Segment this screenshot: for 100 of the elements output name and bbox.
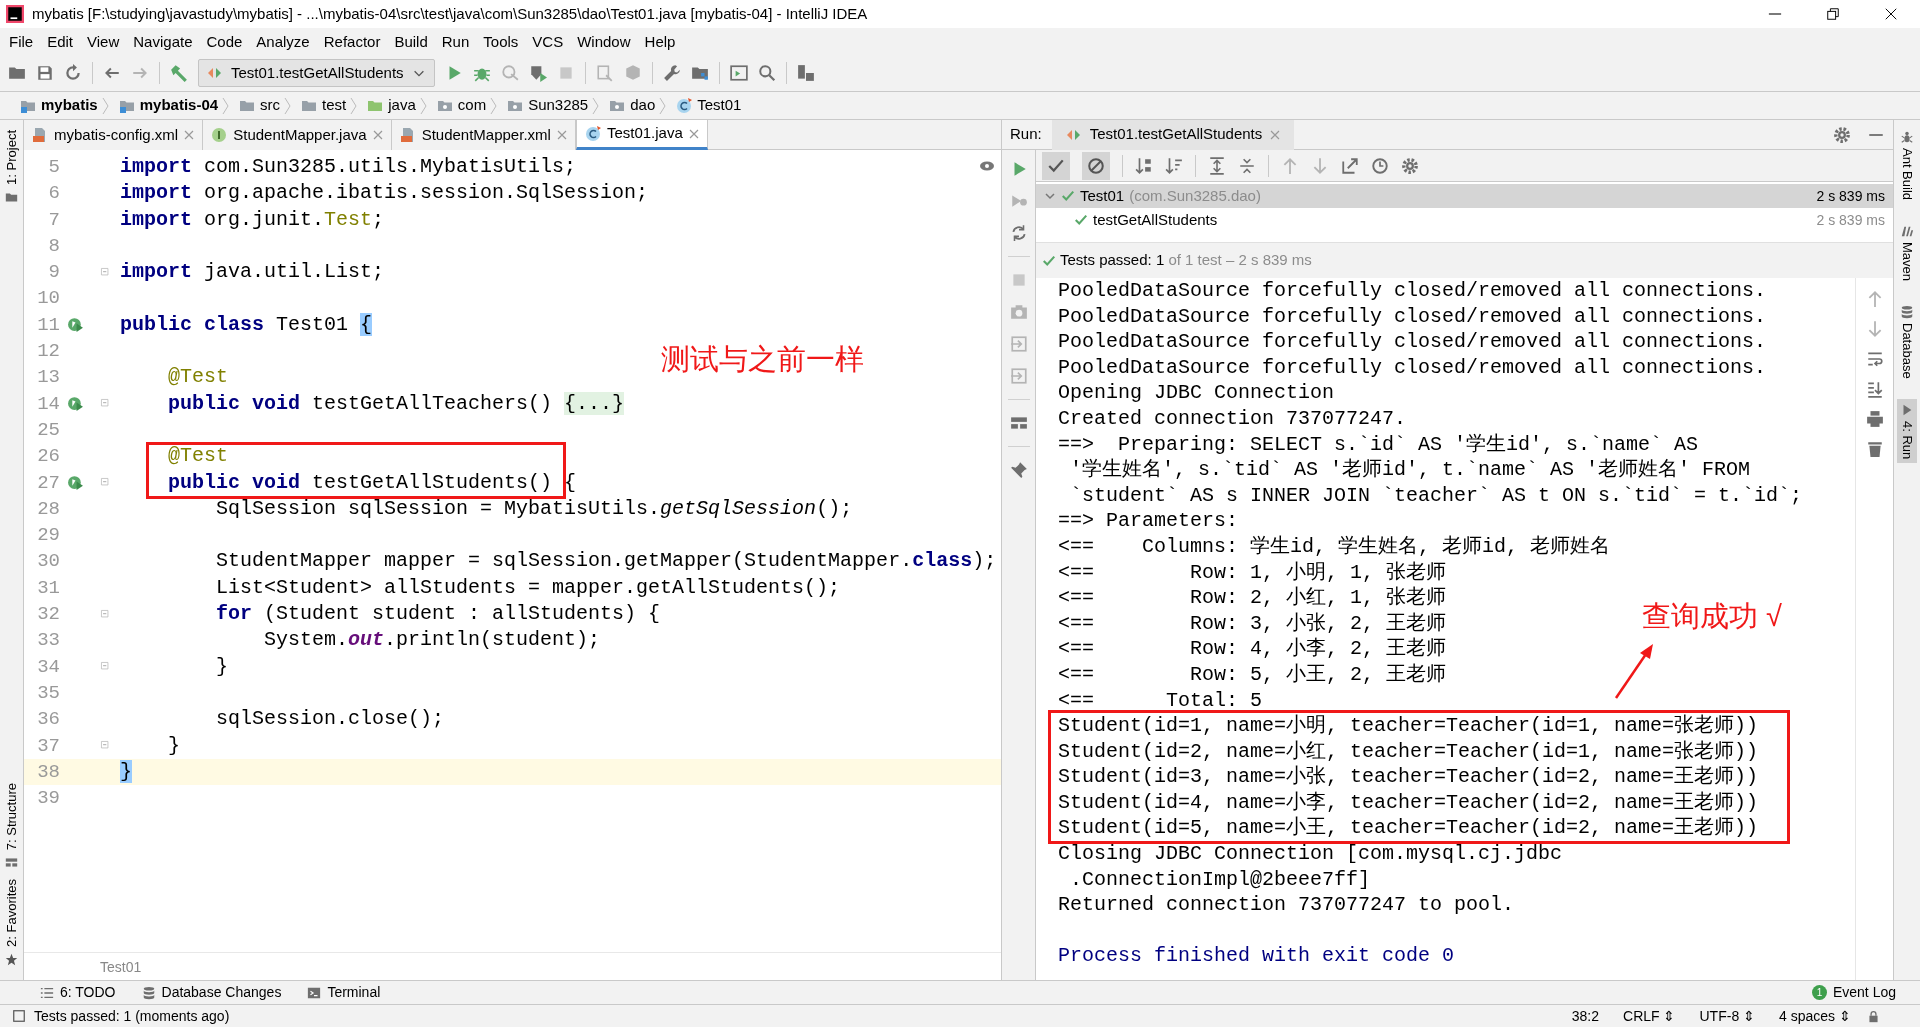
code-line: public void testGetAllTeachers() {...}: [167, 390, 625, 417]
menu-item[interactable]: Help: [637, 28, 683, 55]
breadcrumb-item[interactable]: src: [233, 93, 285, 118]
window-icon[interactable]: [729, 64, 748, 82]
tool-window-tab[interactable]: Ant Build: [1897, 126, 1917, 205]
fold-marker-icon[interactable]: [98, 607, 112, 621]
menu-item[interactable]: Navigate: [126, 28, 200, 55]
tool-window-tab[interactable]: Terminal: [307, 982, 381, 1003]
code-line: import org.apache.ibatis.session.SqlSession;: [120, 180, 649, 207]
tool-window-tab[interactable]: 1: Project: [1, 130, 22, 185]
console-line: ==> Preparing: SELECT s.`id` AS '学生id', s.`name` AS: [1058, 431, 1699, 458]
pin-icon[interactable]: [1009, 461, 1028, 479]
check-icon: [1061, 189, 1075, 203]
status-item[interactable]: CRLF ⇕: [1611, 1005, 1688, 1027]
breadcrumb-item[interactable]: mybatis-04: [112, 93, 223, 118]
show-passed-toggle[interactable]: [1042, 151, 1070, 180]
status-item[interactable]: 4 spaces ⇕: [1767, 1005, 1863, 1027]
run-config-icon: [207, 65, 223, 81]
export-icon[interactable]: [1341, 156, 1359, 175]
menu-item[interactable]: Analyze: [249, 28, 317, 55]
run-tab[interactable]: Test01.testGetAllStudents: [1051, 119, 1295, 150]
line-number: 25: [36, 417, 60, 443]
device-icon[interactable]: [796, 64, 815, 82]
trash-icon[interactable]: [1865, 440, 1884, 458]
menu-item[interactable]: File: [2, 28, 41, 55]
save-icon[interactable]: [36, 64, 54, 82]
project-structure-icon[interactable]: [690, 64, 709, 82]
tool-window-tab[interactable]: 2: Favorites: [1, 879, 22, 947]
tool-window-tab[interactable]: 7: Structure: [1, 782, 22, 851]
console-line: Closing JDBC Connection [com.mysql.cj.jdbc: [1058, 841, 1563, 867]
wrench-icon[interactable]: [662, 64, 681, 82]
sort-icon[interactable]: [1165, 156, 1183, 175]
status-item[interactable]: 38:2: [1559, 1005, 1612, 1027]
close-icon[interactable]: [1270, 129, 1281, 140]
console-line: Student(id=5, name=小王, teacher=Teacher(id=2, name=王老师)): [1058, 815, 1759, 842]
tool-window-tab[interactable]: 6: TODO: [40, 982, 116, 1003]
refresh-icon[interactable]: [64, 64, 82, 82]
editor-tab[interactable]: StudentMapper.xml: [391, 120, 576, 150]
run-configuration-dropdown[interactable]: Test01.testGetAllStudents: [198, 59, 435, 87]
square-icon[interactable]: [12, 1009, 26, 1023]
tool-window-tab[interactable]: Database: [1897, 301, 1917, 383]
run-test-icon[interactable]: [66, 316, 84, 334]
breadcrumb-item[interactable]: java: [361, 93, 420, 118]
tool-window-tab[interactable]: 4: Run: [1897, 398, 1917, 464]
menu-item[interactable]: Run: [434, 28, 477, 55]
collapse-icon[interactable]: [1238, 156, 1256, 175]
menu-item[interactable]: Code: [199, 28, 250, 55]
close-icon[interactable]: [556, 130, 567, 140]
test-tree-row[interactable]: Test01 (com.Sun3285.dao) 2 s 839 ms: [1036, 184, 1893, 208]
folder-icon: [5, 190, 18, 204]
editor-tab[interactable]: StudentMapper.java: [203, 120, 392, 150]
menu-item[interactable]: Refactor: [316, 28, 388, 55]
panel-label: Run:: [1010, 124, 1042, 145]
breadcrumb-item[interactable]: dao: [603, 93, 660, 118]
lock-icon[interactable]: [1867, 1009, 1880, 1023]
scroll-to-end-icon[interactable]: [1865, 380, 1884, 398]
search-icon[interactable]: [757, 64, 776, 82]
close-icon[interactable]: [372, 130, 383, 140]
run-test-icon[interactable]: [66, 474, 84, 492]
code-line: for (Student student : allStudents) {: [215, 601, 661, 628]
eye-icon[interactable]: [979, 160, 995, 172]
layout-icon[interactable]: [1009, 414, 1028, 432]
breadcrumb-item[interactable]: com: [430, 93, 491, 118]
editor-tab[interactable]: mybatis-config.xml: [24, 120, 204, 150]
menu-item[interactable]: View: [80, 28, 127, 55]
breadcrumb-item[interactable]: mybatis: [14, 93, 102, 118]
menu-item[interactable]: Edit: [40, 28, 81, 55]
breadcrumb-item[interactable]: test: [295, 93, 351, 118]
event-log-tab[interactable]: 1 Event Log: [1811, 982, 1896, 1003]
history-icon[interactable]: [1371, 156, 1389, 175]
menu-item[interactable]: VCS: [525, 28, 571, 55]
menu-item[interactable]: Tools: [476, 28, 526, 55]
tool-window-tab[interactable]: Maven: [1897, 220, 1917, 286]
chevron-icon: [350, 96, 358, 115]
soft-wrap-icon[interactable]: [1865, 350, 1884, 368]
code-line: import com.Sun3285.utils.MybatisUtils;: [120, 154, 577, 180]
close-icon[interactable]: [688, 128, 699, 139]
status-item[interactable]: UTF-8 ⇕: [1687, 1005, 1768, 1027]
run-test-icon[interactable]: [66, 395, 84, 413]
editor-tab[interactable]: Test01.java: [575, 120, 708, 150]
tool-window-tab[interactable]: Database Changes: [141, 982, 282, 1003]
menu-item[interactable]: Build: [387, 28, 435, 55]
sort-icon[interactable]: [1135, 156, 1153, 175]
fold-marker-icon[interactable]: [98, 265, 112, 279]
test-tree-row[interactable]: testGetAllStudents 2 s 839 ms: [1036, 208, 1893, 232]
close-icon[interactable]: [184, 130, 195, 140]
code-line: sqlSession.close();: [215, 706, 445, 733]
menu-item[interactable]: Window: [570, 28, 638, 55]
breadcrumb-item[interactable]: Sun3285: [501, 93, 593, 118]
line-number: 29: [36, 523, 60, 549]
breadcrumb-item[interactable]: Test01: [670, 93, 746, 118]
line-number: 6: [47, 181, 60, 207]
show-ignored-toggle[interactable]: [1082, 151, 1110, 180]
settings-icon[interactable]: [1401, 156, 1419, 175]
folder-icon[interactable]: [8, 64, 26, 82]
settings-icon[interactable]: [1833, 125, 1851, 144]
printer-icon[interactable]: [1865, 410, 1884, 428]
shield-icon[interactable]: [528, 64, 547, 82]
hammer-icon[interactable]: [170, 64, 188, 82]
expand-icon[interactable]: [1208, 156, 1226, 175]
